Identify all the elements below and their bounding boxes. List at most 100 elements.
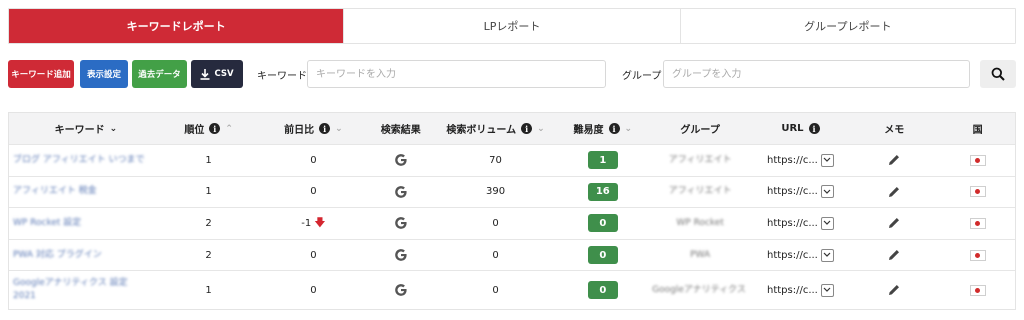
pencil-icon[interactable]: [888, 249, 900, 261]
keyword-cell[interactable]: PWA 対応 プラグイン: [9, 240, 159, 271]
google-icon[interactable]: [394, 248, 408, 262]
keyword-cell[interactable]: アフィリエイト 税金: [9, 177, 159, 208]
volume-cell: 0: [492, 217, 499, 229]
google-icon[interactable]: [394, 153, 408, 167]
google-icon[interactable]: [394, 216, 408, 230]
memo-cell[interactable]: [848, 271, 940, 309]
rank-cell: 2: [205, 249, 212, 261]
info-icon[interactable]: i: [319, 123, 331, 134]
country-cell: [940, 208, 1015, 239]
url-dropdown[interactable]: [820, 153, 834, 167]
url-cell[interactable]: https://c...: [753, 271, 849, 309]
pencil-icon[interactable]: [888, 186, 900, 198]
keyword-search-input[interactable]: [307, 60, 606, 88]
group-cell: Googleアナリティクス: [652, 284, 746, 295]
url-dropdown[interactable]: [820, 248, 834, 262]
group-search-input[interactable]: [663, 60, 970, 88]
url-cell[interactable]: https://c...: [753, 240, 849, 271]
header-difficulty[interactable]: 難易度 i ⌄: [558, 113, 648, 144]
difficulty-cell: 0: [558, 240, 648, 271]
serp-cell[interactable]: [368, 271, 433, 309]
tab-group-report[interactable]: グループレポート: [680, 9, 1015, 43]
keyword-cell[interactable]: ブログ アフィリエイト いつまで: [9, 145, 159, 176]
group-filter-label: グループ: [622, 70, 662, 82]
memo-cell[interactable]: [848, 208, 940, 239]
report-tabs: キーワードレポート LPレポート グループレポート: [8, 8, 1016, 44]
table-row: WP Rocket 設定 2 -1 🡇 0 0 WP Rocket https:/…: [9, 208, 1015, 240]
pencil-icon[interactable]: [888, 284, 900, 296]
keyword-cell[interactable]: Googleアナリティクス 設定 2021: [9, 271, 159, 309]
header-rank[interactable]: 順位 i ⌃: [159, 113, 259, 144]
country-cell: [940, 240, 1015, 271]
memo-cell[interactable]: [848, 177, 940, 208]
group-cell: PWA: [690, 249, 711, 260]
info-icon[interactable]: i: [808, 123, 820, 134]
url-cell[interactable]: https://c...: [753, 208, 849, 239]
chevron-down-icon: ⌄: [335, 123, 343, 134]
google-icon[interactable]: [394, 283, 408, 297]
japan-flag-icon: [969, 249, 986, 261]
chevron-down-icon: [823, 157, 831, 163]
country-cell: [940, 177, 1015, 208]
memo-cell[interactable]: [848, 145, 940, 176]
chevron-down-icon: [823, 189, 831, 194]
serp-cell[interactable]: [368, 145, 433, 176]
japan-flag-icon: [969, 154, 986, 166]
table-header-row: キーワード ⌄ 順位 i ⌃ 前日比 i ⌄ 検索結果 検索ボリューム i ⌄ 難易度 i ⌄ グ…: [9, 113, 1015, 145]
csv-label: CSV: [214, 69, 234, 79]
chevron-down-icon: ⌄: [624, 123, 633, 134]
rank-cell: 1: [205, 154, 212, 166]
url-dropdown[interactable]: [820, 283, 834, 297]
arrow-down-icon: 🡇: [314, 215, 326, 229]
chevron-down-icon: [823, 221, 831, 226]
memo-cell[interactable]: [848, 240, 940, 271]
country-cell: [940, 271, 1015, 309]
header-diff[interactable]: 前日比 i ⌄: [259, 113, 369, 144]
url-dropdown[interactable]: [820, 185, 834, 199]
serp-cell[interactable]: [368, 208, 433, 239]
search-icon: [991, 67, 1005, 81]
past-data-button[interactable]: 過去データ: [132, 60, 187, 88]
pencil-icon[interactable]: [888, 154, 900, 166]
tab-lp-report[interactable]: LPレポート: [344, 9, 681, 43]
japan-flag-icon: [969, 186, 986, 198]
difficulty-badge: 1: [587, 151, 618, 170]
search-button[interactable]: [980, 60, 1016, 88]
group-cell: アフィリエイト: [668, 186, 732, 197]
url-cell[interactable]: https://c...: [753, 177, 849, 208]
difficulty-cell: 1: [558, 145, 648, 176]
chevron-up-icon: ⌃: [225, 123, 233, 134]
difficulty-badge: 0: [587, 246, 618, 265]
header-keyword[interactable]: キーワード ⌄: [9, 113, 159, 144]
table-row: アフィリエイト 税金 1 0 390 16 アフィリエイト https://c.…: [9, 177, 1015, 209]
info-icon[interactable]: i: [608, 123, 620, 134]
url-dropdown[interactable]: [820, 216, 834, 230]
info-icon[interactable]: i: [521, 123, 533, 134]
csv-download-button[interactable]: CSV: [191, 60, 243, 88]
header-url: URL i: [753, 113, 849, 144]
chevron-down-icon: ⌄: [537, 123, 545, 134]
table-row: Googleアナリティクス 設定 2021 1 0 0 0 Googleアナリテ…: [9, 271, 1015, 309]
rank-cell: 2: [205, 217, 212, 229]
add-keyword-button[interactable]: キーワード追加: [8, 60, 74, 88]
japan-flag-icon: [969, 217, 986, 229]
serp-cell[interactable]: [368, 177, 433, 208]
volume-cell: 70: [489, 154, 502, 166]
diff-cell: 0: [310, 249, 317, 261]
pencil-icon[interactable]: [888, 217, 900, 229]
chevron-down-icon: [823, 287, 831, 293]
table-row: PWA 対応 プラグイン 2 0 0 0 PWA https://c...: [9, 240, 1015, 272]
keyword-cell[interactable]: WP Rocket 設定: [9, 208, 159, 239]
tab-keyword-report[interactable]: キーワードレポート: [9, 9, 345, 43]
toolbar: キーワード追加 表示設定 過去データ CSV キーワード グループ: [8, 60, 1016, 88]
chevron-down-icon: [823, 252, 831, 257]
diff-cell: 0: [310, 154, 317, 166]
header-country: 国: [972, 125, 983, 136]
url-cell[interactable]: https://c...: [753, 145, 849, 176]
google-icon[interactable]: [394, 185, 408, 199]
display-settings-button[interactable]: 表示設定: [80, 60, 128, 88]
header-volume[interactable]: 検索ボリューム i ⌄: [433, 113, 558, 144]
serp-cell[interactable]: [368, 240, 433, 271]
japan-flag-icon: [969, 284, 986, 296]
info-icon[interactable]: i: [209, 123, 221, 134]
